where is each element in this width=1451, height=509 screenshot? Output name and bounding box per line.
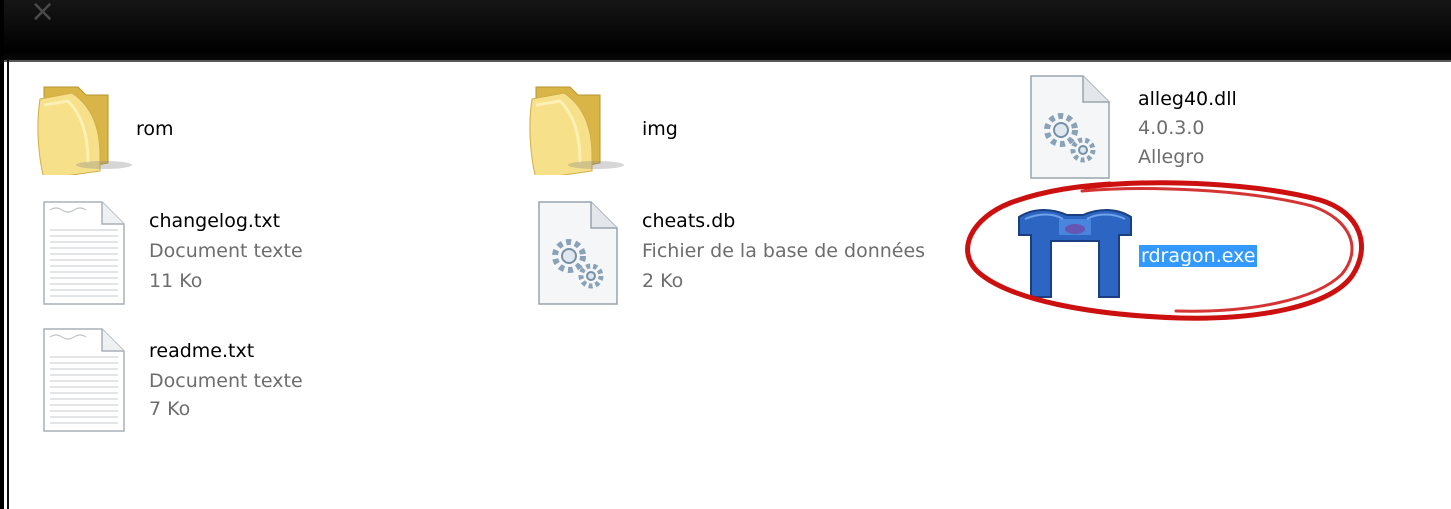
file-name: rom bbox=[136, 118, 174, 140]
file-item-readme-txt[interactable]: readme.txt Document texte 7 Ko bbox=[40, 325, 440, 437]
file-name: cheats.db bbox=[642, 210, 736, 232]
file-type: Fichier de la base de données bbox=[642, 240, 926, 262]
file-item-rom[interactable]: rom bbox=[30, 75, 430, 185]
file-name: readme.txt bbox=[149, 340, 255, 362]
file-company: Allegro bbox=[1138, 146, 1205, 168]
folder-icon bbox=[529, 86, 624, 175]
file-size: 7 Ko bbox=[149, 398, 191, 420]
file-version: 4.0.3.0 bbox=[1138, 117, 1205, 139]
file-name: changelog.txt bbox=[149, 210, 281, 232]
database-gear-icon bbox=[538, 201, 618, 305]
file-item-cheats-db[interactable]: cheats.db Fichier de la base de données … bbox=[533, 196, 973, 311]
file-type: Document texte bbox=[149, 240, 303, 262]
file-type: Document texte bbox=[149, 370, 303, 392]
file-size: 2 Ko bbox=[642, 270, 684, 292]
window-titlebar: × bbox=[0, 0, 1451, 62]
window-left-border bbox=[0, 0, 4, 509]
file-size: 11 Ko bbox=[149, 270, 203, 292]
text-document-icon bbox=[43, 201, 125, 305]
dll-gear-icon bbox=[1030, 75, 1110, 179]
folder-icon bbox=[37, 86, 132, 175]
file-item-alleg40-dll[interactable]: alleg40.dll 4.0.3.0 Allegro bbox=[1025, 72, 1425, 187]
file-item-changelog-txt[interactable]: changelog.txt Document texte 11 Ko bbox=[40, 198, 440, 310]
text-document-icon bbox=[43, 328, 125, 432]
selected-file-name[interactable]: rdragon.exe bbox=[1139, 245, 1258, 267]
file-name: img bbox=[642, 118, 678, 140]
window-left-inner-border bbox=[7, 58, 9, 509]
file-item-rdragon-exe[interactable]: rdragon.exe bbox=[1015, 205, 1295, 305]
file-item-img[interactable]: img bbox=[522, 75, 922, 185]
file-name: alleg40.dll bbox=[1138, 88, 1237, 110]
application-exe-icon bbox=[1018, 209, 1132, 298]
close-icon[interactable]: × bbox=[30, 0, 55, 29]
